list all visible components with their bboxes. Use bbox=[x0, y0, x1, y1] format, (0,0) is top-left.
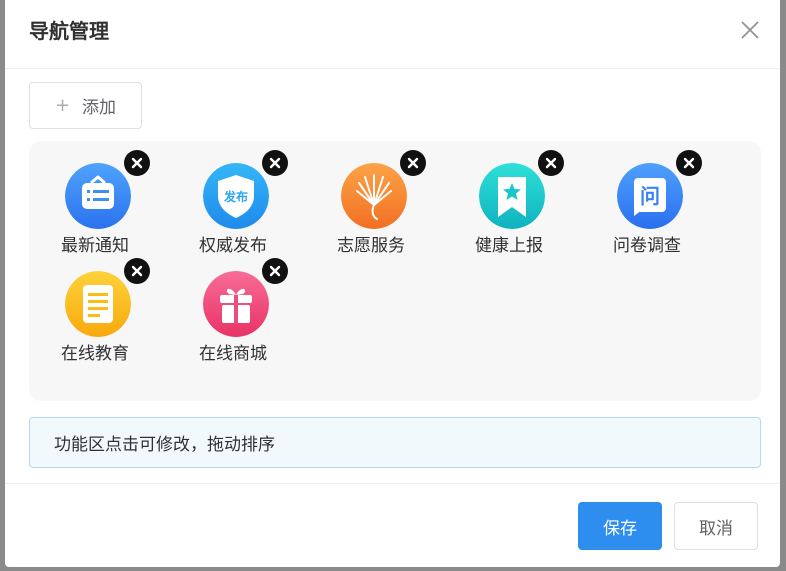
nav-item-label: 在线教育 bbox=[61, 344, 129, 364]
dialog-header: 导航管理 bbox=[5, 0, 780, 69]
function-area: 最新通知 发布 权威发布 志愿服务 健康上报 问 问卷调查 在线教育 在线商城 bbox=[29, 141, 761, 401]
plus-icon: + bbox=[54, 95, 71, 116]
svg-text:发布: 发布 bbox=[223, 189, 248, 204]
remove-icon[interactable] bbox=[676, 150, 702, 176]
notebook-icon bbox=[65, 271, 131, 337]
nav-item[interactable]: 志愿服务 bbox=[305, 141, 426, 256]
star-bookmark-icon bbox=[479, 163, 545, 229]
nav-item[interactable]: 问 问卷调查 bbox=[581, 141, 702, 256]
nav-item-label: 志愿服务 bbox=[337, 236, 405, 256]
save-button[interactable]: 保存 bbox=[578, 502, 662, 550]
remove-icon[interactable] bbox=[400, 150, 426, 176]
dialog-title: 导航管理 bbox=[29, 19, 109, 43]
notice-icon bbox=[65, 163, 131, 229]
nav-item[interactable]: 最新通知 bbox=[29, 141, 150, 256]
hint-text: 功能区点击可修改，拖动排序 bbox=[54, 435, 275, 455]
gift-icon bbox=[203, 271, 269, 337]
remove-icon[interactable] bbox=[538, 150, 564, 176]
add-button-label: 添加 bbox=[82, 98, 117, 118]
question-doc-icon: 问 bbox=[617, 163, 683, 229]
close-icon[interactable] bbox=[738, 18, 762, 42]
nav-item-label: 问卷调查 bbox=[613, 236, 681, 256]
nav-item-label: 健康上报 bbox=[475, 236, 543, 256]
nav-item[interactable]: 在线商城 bbox=[167, 249, 288, 364]
cancel-button[interactable]: 取消 bbox=[674, 502, 758, 550]
add-button[interactable]: + 添加 bbox=[29, 82, 142, 129]
nav-item[interactable]: 在线教育 bbox=[29, 249, 150, 364]
shield-publish-icon: 发布 bbox=[203, 163, 269, 229]
peacock-icon bbox=[341, 163, 407, 229]
footer-divider bbox=[5, 483, 780, 484]
svg-text:问: 问 bbox=[640, 184, 660, 208]
remove-icon[interactable] bbox=[124, 258, 150, 284]
nav-management-dialog: 导航管理 + 添加 最新通知 发布 权威发布 志愿服务 健康上报 问 问卷调查 … bbox=[5, 0, 780, 567]
nav-item[interactable]: 健康上报 bbox=[443, 141, 564, 256]
nav-item-label: 在线商城 bbox=[199, 344, 267, 364]
remove-icon[interactable] bbox=[262, 258, 288, 284]
remove-icon[interactable] bbox=[262, 150, 288, 176]
hint-alert: 功能区点击可修改，拖动排序 bbox=[29, 417, 761, 468]
nav-item[interactable]: 发布 权威发布 bbox=[167, 141, 288, 256]
remove-icon[interactable] bbox=[124, 150, 150, 176]
